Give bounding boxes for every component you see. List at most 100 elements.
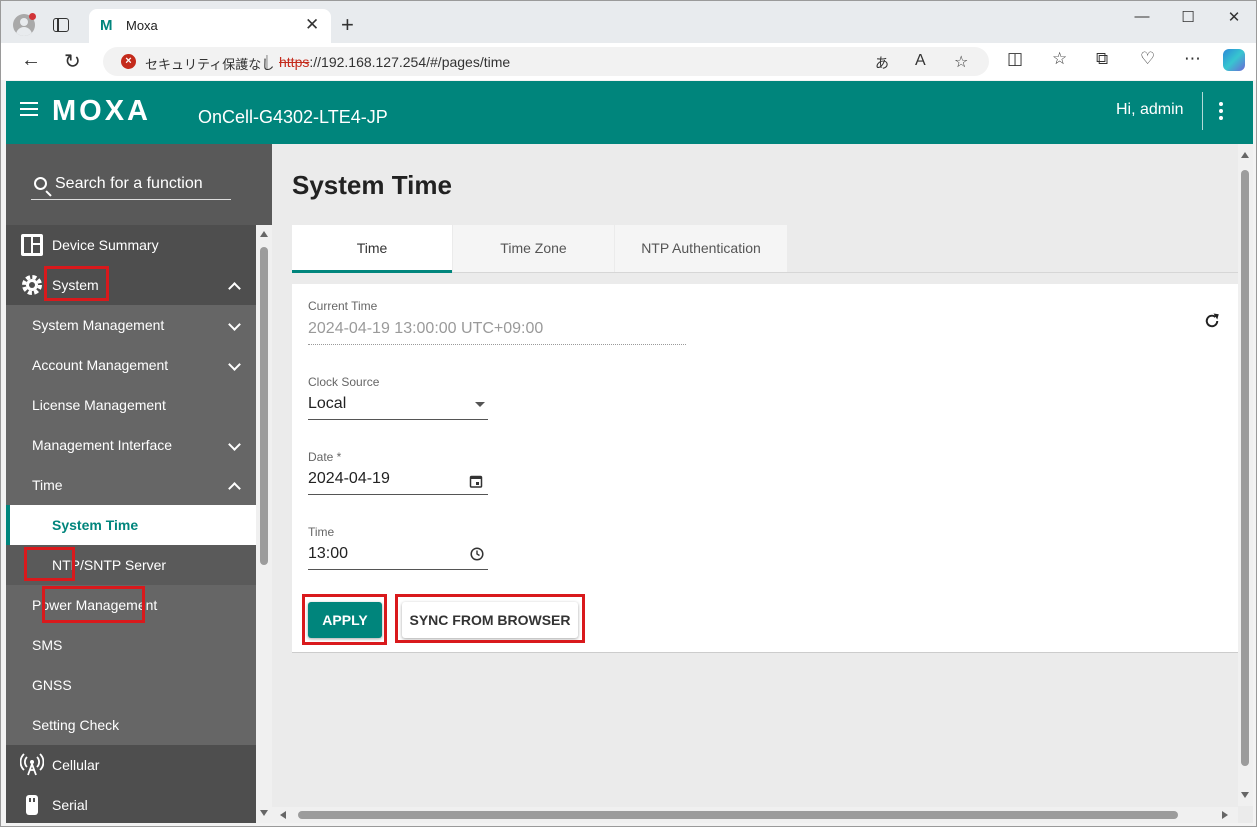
scroll-right-icon[interactable]	[1222, 811, 1228, 819]
url-text[interactable]: https://192.168.127.254/#/pages/time	[279, 54, 510, 70]
sidebar-item-account-management[interactable]: Account Management	[6, 345, 256, 385]
read-aloud-icon[interactable]: A	[915, 52, 926, 70]
maximize-icon[interactable]: ☐	[1165, 8, 1211, 26]
browser-tab[interactable]: M Moxa ✕	[89, 9, 331, 43]
date-label: Date *	[308, 450, 342, 464]
chevron-down-icon	[228, 358, 241, 371]
calendar-icon[interactable]	[469, 474, 483, 488]
translate-icon[interactable]: あ	[875, 53, 889, 73]
sidebar-item-label: Time	[32, 477, 63, 493]
sidebar-item-label: Serial	[52, 797, 88, 813]
app-root: MOXA OnCell-G4302-LTE4-JP Hi, admin Sear…	[6, 81, 1253, 823]
time-settings-card: Current Time 2024-04-19 13:00:00 UTC+09:…	[292, 284, 1238, 653]
security-status[interactable]: セキュリティ保護なし	[145, 54, 274, 73]
clock-source-label: Clock Source	[308, 375, 380, 389]
serial-port-icon	[26, 795, 38, 815]
highlight-box-system	[44, 266, 109, 301]
sidebar-item-device-summary[interactable]: Device Summary	[6, 225, 256, 265]
collections-icon[interactable]: ⧉	[1096, 49, 1108, 69]
more-icon[interactable]: ⋯	[1184, 49, 1201, 69]
header-divider	[1202, 92, 1203, 130]
sidebar: Search for a function Device Summary Sys…	[6, 144, 272, 823]
time-label: Time	[308, 525, 335, 539]
scroll-down-icon[interactable]	[260, 810, 268, 816]
main-horizontal-scroll-thumb[interactable]	[298, 811, 1178, 819]
main-horizontal-scrollbar[interactable]	[272, 807, 1238, 823]
window-close-icon[interactable]: ✕	[1211, 8, 1257, 26]
search-placeholder: Search for a function	[55, 175, 203, 192]
back-icon[interactable]: ←	[21, 49, 41, 72]
main-content: System Time Time Time Zone NTP Authentic…	[272, 144, 1253, 823]
copilot-icon[interactable]	[1223, 49, 1245, 71]
sidebar-item-time[interactable]: Time	[6, 465, 256, 505]
main-vertical-scroll-thumb[interactable]	[1241, 170, 1249, 766]
favorite-icon[interactable]: ☆	[954, 52, 968, 72]
tab-title: Moxa	[126, 18, 158, 33]
chevron-down-icon	[228, 438, 241, 451]
clock-icon[interactable]	[470, 547, 484, 561]
tab-ntp-authentication[interactable]: NTP Authentication	[615, 225, 787, 272]
time-underline	[308, 569, 488, 570]
scroll-left-icon[interactable]	[280, 811, 286, 819]
scroll-up-icon[interactable]	[260, 231, 268, 237]
sidebar-item-label: GNSS	[32, 677, 72, 693]
sidebar-item-serial[interactable]: Serial	[6, 785, 256, 823]
gear-icon	[22, 275, 42, 295]
sidebar-scrollbar[interactable]	[256, 225, 272, 823]
main-vertical-scrollbar[interactable]	[1238, 144, 1253, 806]
sidebar-item-label: Device Summary	[52, 237, 159, 253]
reload-icon[interactable]: ↻	[64, 49, 81, 74]
current-time-label: Current Time	[308, 299, 378, 313]
antenna-icon	[20, 753, 44, 776]
sidebar-item-system-time[interactable]: System Time	[6, 505, 256, 545]
highlight-box-system-time	[42, 586, 145, 623]
security-warning-icon[interactable]: ×	[121, 54, 136, 69]
sidebar-item-management-interface[interactable]: Management Interface	[6, 425, 256, 465]
sidebar-item-sms[interactable]: SMS	[6, 625, 256, 665]
more-vert-icon[interactable]	[1219, 102, 1223, 120]
sidebar-item-cellular[interactable]: Cellular	[6, 745, 256, 785]
new-tab-icon[interactable]: +	[341, 12, 354, 38]
highlight-box-apply	[302, 594, 387, 645]
page-title: System Time	[292, 170, 452, 200]
sidebar-item-gnss[interactable]: GNSS	[6, 665, 256, 705]
date-input[interactable]: 2024-04-19	[308, 470, 390, 488]
clock-source-select[interactable]: Local	[308, 395, 346, 413]
current-time-underline	[308, 344, 686, 345]
current-time-value: 2024-04-19 13:00:00 UTC+09:00	[308, 320, 544, 337]
sidebar-item-label: System Management	[32, 317, 165, 333]
tabs-icon[interactable]	[53, 18, 69, 32]
sidebar-item-system-management[interactable]: System Management	[6, 305, 256, 345]
function-search-input[interactable]: Search for a function	[31, 172, 231, 200]
scroll-up-icon[interactable]	[1241, 152, 1249, 158]
refresh-icon[interactable]	[1203, 312, 1221, 330]
minimize-icon[interactable]: —	[1119, 8, 1165, 25]
moxa-favicon-icon: M	[100, 17, 113, 34]
highlight-box-time	[24, 547, 75, 581]
chevron-down-icon	[228, 318, 241, 331]
tab-time[interactable]: Time	[292, 225, 452, 273]
split-screen-icon[interactable]: ◫	[1007, 49, 1023, 69]
sidebar-item-license-management[interactable]: License Management	[6, 385, 256, 425]
sidebar-item-label: Setting Check	[32, 717, 120, 733]
time-input[interactable]: 13:00	[308, 545, 348, 563]
search-icon	[34, 177, 47, 190]
dropdown-arrow-icon[interactable]	[475, 402, 485, 407]
clock-source-underline	[308, 419, 488, 420]
tab-time-zone[interactable]: Time Zone	[453, 225, 614, 272]
favorites-icon[interactable]: ☆	[1052, 49, 1067, 69]
sidebar-item-setting-check[interactable]: Setting Check	[6, 705, 256, 745]
address-bar[interactable]: × セキュリティ保護なし | https://192.168.127.254/#…	[103, 47, 989, 76]
highlight-box-sync	[395, 594, 585, 643]
address-bar-row: ← ↻ × セキュリティ保護なし | https://192.168.127.2…	[1, 43, 1256, 80]
user-greeting[interactable]: Hi, admin	[1116, 101, 1184, 119]
sidebar-scroll-thumb[interactable]	[260, 247, 268, 565]
close-icon[interactable]: ✕	[305, 15, 319, 35]
sidebar-item-label: System Time	[52, 517, 139, 533]
menu-icon[interactable]	[20, 102, 38, 116]
sidebar-nav: Device Summary System System Management …	[6, 225, 256, 823]
browser-essentials-icon[interactable]: ♡	[1140, 49, 1155, 69]
scroll-down-icon[interactable]	[1241, 792, 1249, 798]
date-underline	[308, 494, 488, 495]
device-summary-icon	[21, 234, 43, 256]
